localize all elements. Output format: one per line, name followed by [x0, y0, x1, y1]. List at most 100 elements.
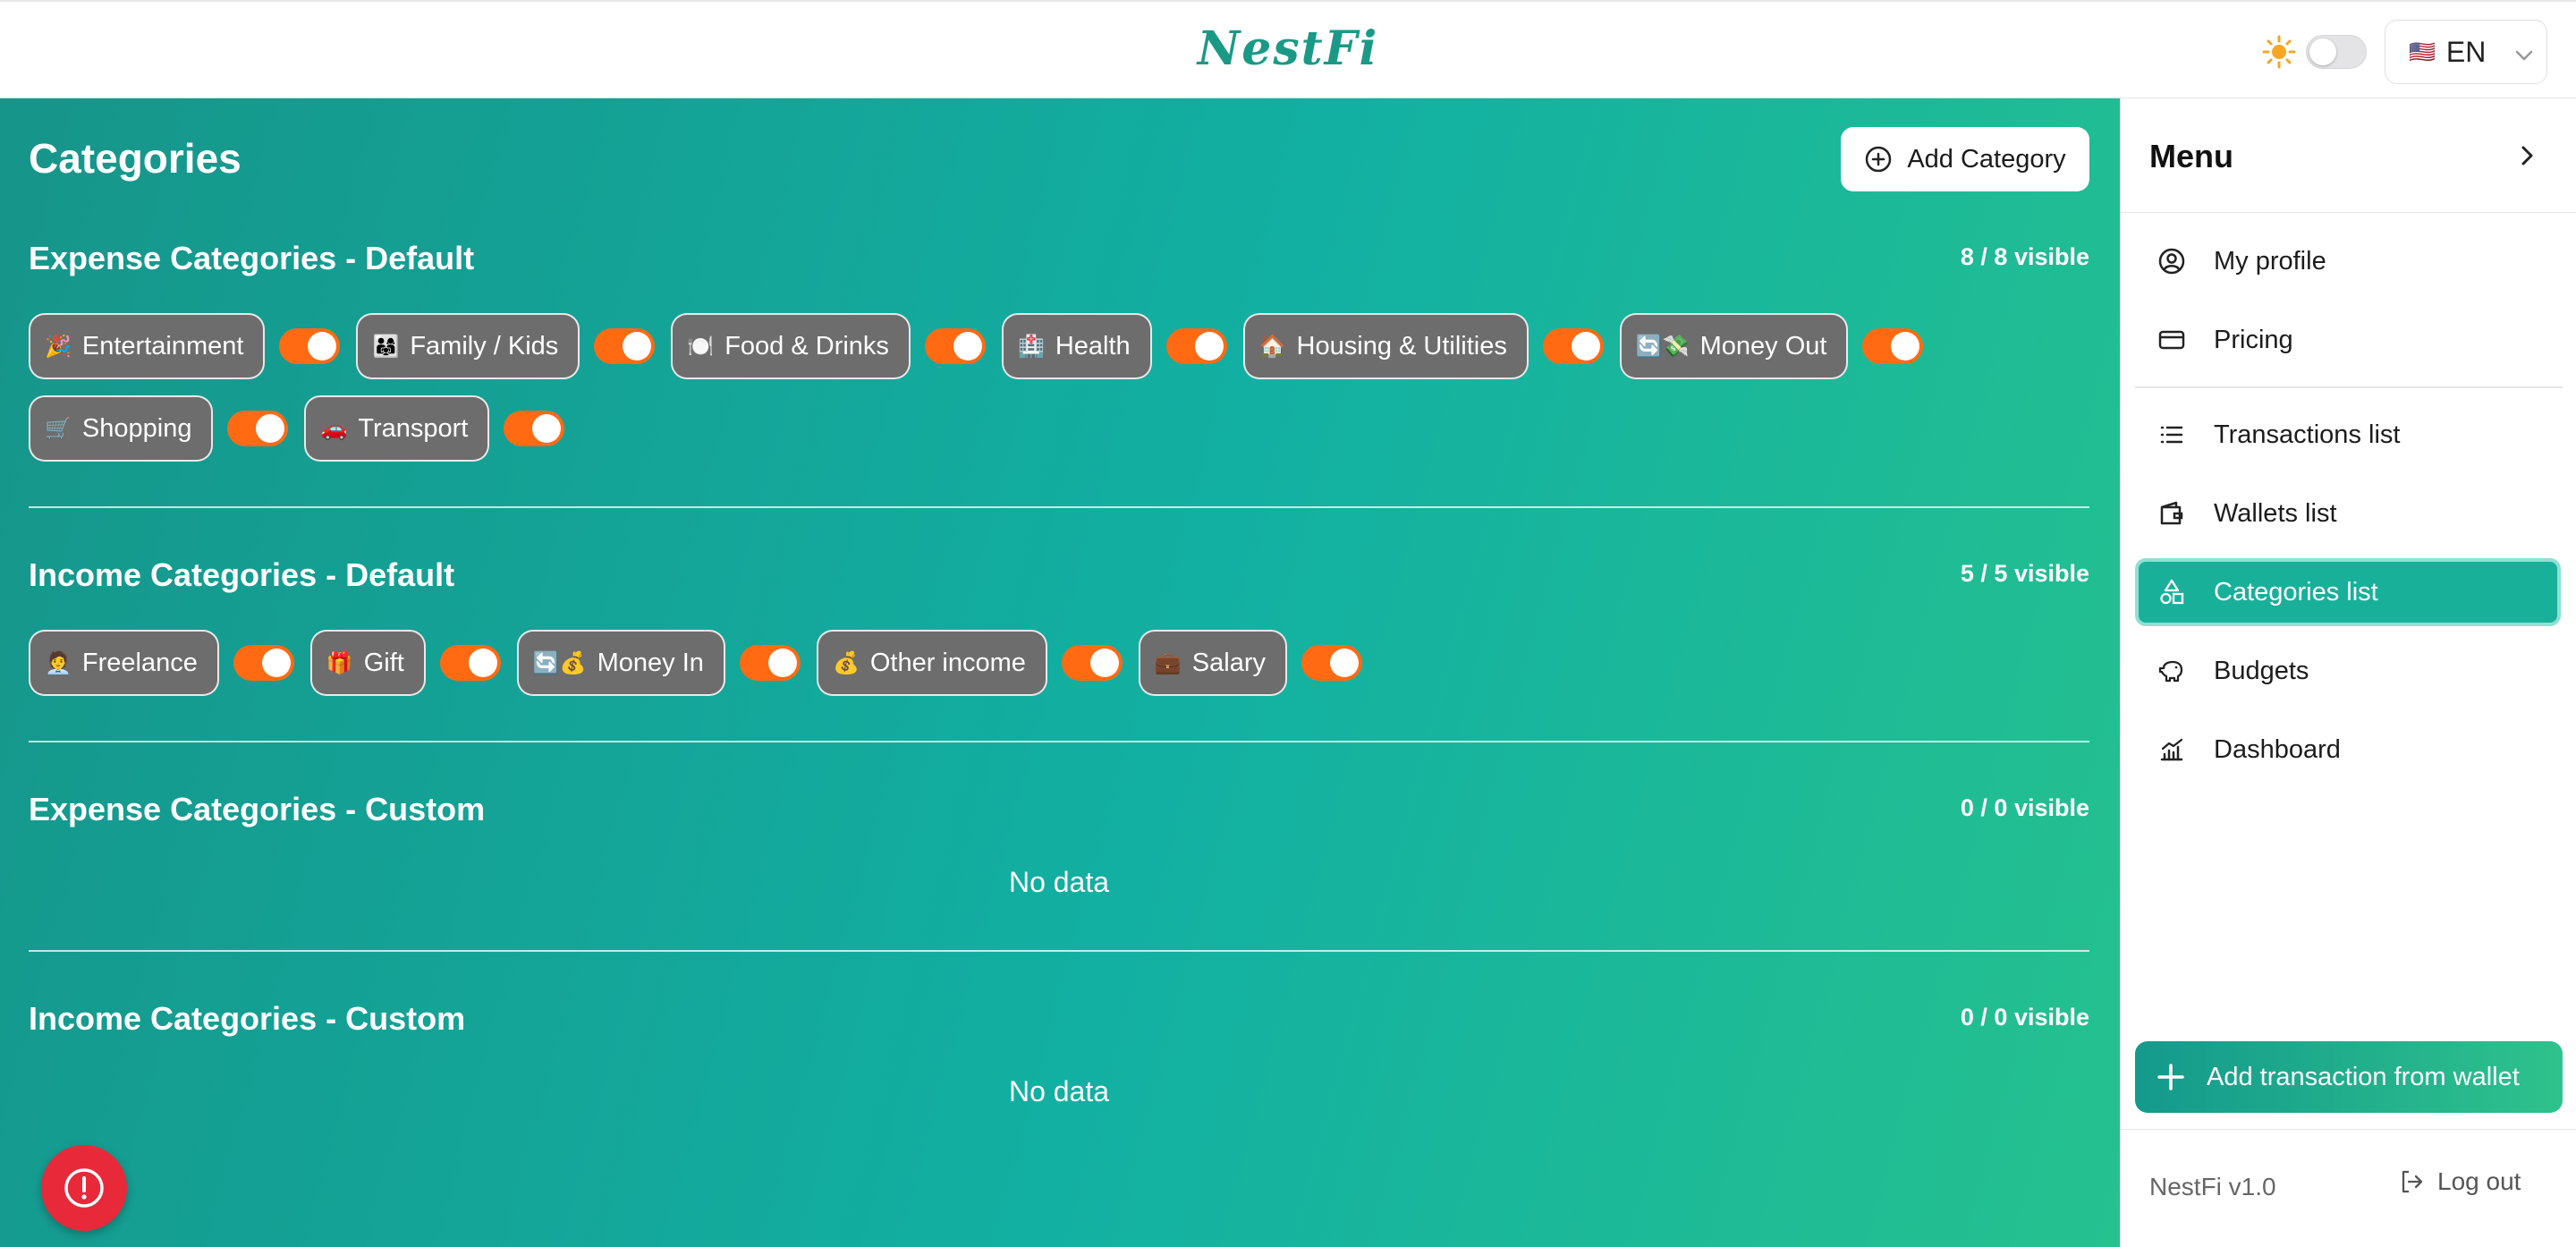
- category-emoji-icon: 🍽️: [687, 334, 715, 359]
- dark-mode-toggle[interactable]: [2306, 35, 2367, 69]
- add-transaction-label: Add transaction from wallet: [2207, 1062, 2520, 1091]
- alert-circle-icon: [64, 1168, 104, 1208]
- empty-state: No data: [1008, 866, 1110, 898]
- category-chip[interactable]: 💰 Other income: [816, 630, 1047, 696]
- section-title: Expense Categories - Default: [29, 240, 475, 276]
- category-label: Transport: [358, 413, 469, 443]
- piggy-bank-icon: [2157, 656, 2187, 686]
- category-label: Food & Drinks: [724, 331, 889, 361]
- sidebar-item-transactions[interactable]: Transactions list: [2135, 401, 2561, 469]
- category-emoji-icon: 💰: [832, 650, 860, 675]
- sidebar-item-label: Dashboard: [2214, 734, 2341, 764]
- sidebar-item-label: Categories list: [2214, 577, 2378, 607]
- logout-label: Log out: [2437, 1167, 2521, 1195]
- category-label: Entertainment: [81, 331, 244, 361]
- visibility-toggle[interactable]: [924, 328, 986, 364]
- category-chip[interactable]: 🛒 Shopping: [29, 395, 214, 462]
- category-emoji-icon: 🛒: [45, 416, 72, 441]
- sidebar-item-categories[interactable]: Categories list: [2135, 558, 2561, 626]
- sidebar-item-budgets[interactable]: Budgets: [2135, 637, 2561, 705]
- section-divider: [29, 950, 2089, 952]
- side-menu: Menu My profile Pricing Transactions lis…: [2120, 98, 2576, 1247]
- category-emoji-icon: 👨‍👩‍👧: [372, 334, 400, 359]
- category-emoji-icon: 🎁: [326, 650, 353, 675]
- visible-count: 5 / 5 visible: [1960, 560, 2089, 587]
- category-emoji-icon: 🔄💰: [532, 650, 587, 675]
- visibility-toggle[interactable]: [504, 411, 565, 446]
- sidebar-item-dashboard[interactable]: Dashboard: [2135, 716, 2561, 784]
- language-select[interactable]: 🇺🇸 EN: [2385, 20, 2547, 84]
- sidebar-item-label: Pricing: [2214, 325, 2293, 354]
- category-emoji-icon: 🔄💸: [1635, 334, 1690, 359]
- category-chip[interactable]: 🏠 Housing & Utilities: [1242, 313, 1529, 379]
- brand-logo[interactable]: NestFi: [0, 21, 2576, 76]
- visibility-toggle[interactable]: [1301, 645, 1362, 681]
- sidebar-item-label: Budgets: [2214, 656, 2309, 685]
- category-label: Gift: [363, 648, 404, 677]
- sidebar-item-pricing[interactable]: Pricing: [2135, 306, 2561, 374]
- visibility-toggle[interactable]: [1061, 645, 1123, 681]
- add-category-label: Add Category: [1907, 144, 2066, 174]
- visibility-toggle[interactable]: [233, 645, 294, 681]
- category-emoji-icon: 🏥: [1017, 334, 1045, 359]
- menu-header: Menu: [2121, 98, 2576, 213]
- category-chip[interactable]: 🎉 Entertainment: [29, 313, 266, 379]
- category-emoji-icon: 🧑‍💼: [45, 650, 72, 675]
- report-issue-button[interactable]: [41, 1145, 127, 1231]
- wallet-icon: [2157, 498, 2187, 529]
- category-chip[interactable]: 🏥 Health: [1001, 313, 1152, 379]
- add-transaction-button[interactable]: Add transaction from wallet: [2135, 1041, 2563, 1113]
- category-label: Money Out: [1699, 331, 1827, 361]
- visible-count: 8 / 8 visible: [1960, 243, 2089, 270]
- sidebar-item-label: My profile: [2214, 246, 2326, 276]
- sidebar-item-label: Wallets list: [2214, 498, 2337, 528]
- visibility-toggle[interactable]: [227, 411, 289, 446]
- sidebar-item-wallets[interactable]: Wallets list: [2135, 479, 2561, 547]
- sidebar-footer: NestFi v1.0 Log out: [2121, 1129, 2576, 1247]
- visibility-toggle[interactable]: [739, 645, 801, 681]
- visible-count: 0 / 0 visible: [1960, 794, 2089, 821]
- section-title: Income Categories - Custom: [29, 1000, 466, 1037]
- visible-count: 0 / 0 visible: [1960, 1004, 2089, 1031]
- category-chip[interactable]: 👨‍👩‍👧 Family / Kids: [356, 313, 580, 379]
- visibility-toggle[interactable]: [1862, 328, 1924, 364]
- chart-icon: [2157, 734, 2187, 765]
- category-label: Salary: [1191, 648, 1266, 677]
- menu-title: Menu: [2149, 138, 2233, 174]
- empty-state: No data: [1008, 1075, 1110, 1107]
- top-header: NestFi 🇺🇸 EN: [0, 0, 2576, 98]
- category-chip[interactable]: 🧑‍💼 Freelance: [29, 630, 219, 696]
- category-chip[interactable]: 🔄💰 Money In: [516, 630, 725, 696]
- visibility-toggle[interactable]: [279, 328, 341, 364]
- category-label: Housing & Utilities: [1296, 331, 1507, 361]
- logout-icon: [2402, 1170, 2423, 1193]
- visibility-toggle[interactable]: [594, 328, 656, 364]
- category-row: 🧑‍💼 Freelance 🎁 Gift 🔄💰 Money In 💰 Other income…: [29, 630, 1378, 696]
- section-divider: [29, 506, 2089, 508]
- app-version: NestFi v1.0: [2149, 1173, 2276, 1200]
- visibility-toggle[interactable]: [1165, 328, 1227, 364]
- category-chip[interactable]: 🎁 Gift: [309, 630, 426, 696]
- chevron-down-icon: [2514, 36, 2534, 69]
- theme-switcher: [2261, 32, 2367, 72]
- category-row: 🎉 Entertainment 👨‍👩‍👧 Family / Kids 🍽️ Food &…: [29, 313, 1939, 379]
- logout-button[interactable]: Log out: [2398, 1167, 2521, 1196]
- category-label: Shopping: [81, 413, 192, 443]
- language-label: EN: [2445, 35, 2487, 68]
- category-chip[interactable]: 🔄💸 Money Out: [1619, 313, 1849, 379]
- category-chip[interactable]: 🍽️ Food & Drinks: [671, 313, 911, 379]
- category-emoji-icon: 💼: [1154, 650, 1182, 675]
- visibility-toggle[interactable]: [439, 645, 501, 681]
- category-chip[interactable]: 💼 Salary: [1138, 630, 1287, 696]
- category-emoji-icon: 🎉: [45, 334, 72, 359]
- category-chip[interactable]: 🚗 Transport: [304, 395, 490, 462]
- section-title: Expense Categories - Custom: [29, 791, 486, 827]
- sun-icon: [2261, 34, 2297, 70]
- add-category-button[interactable]: Add Category: [1841, 127, 2089, 191]
- category-row: 🛒 Shopping 🚗 Transport: [29, 395, 580, 462]
- category-label: Freelance: [81, 648, 198, 677]
- visibility-toggle[interactable]: [1542, 328, 1604, 364]
- chevron-right-icon[interactable]: [2509, 138, 2545, 174]
- category-label: Health: [1055, 331, 1131, 361]
- sidebar-item-my-profile[interactable]: My profile: [2135, 227, 2561, 295]
